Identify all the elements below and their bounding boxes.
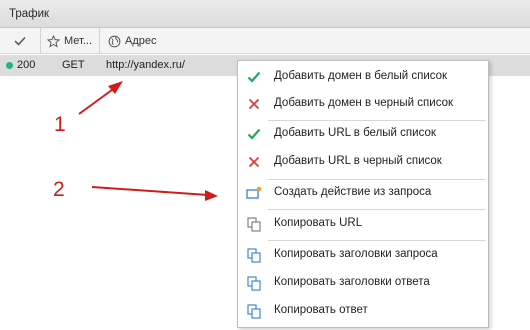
menu-item-copy-response-headers[interactable]: Копировать заголовки ответа: [238, 270, 488, 296]
annotation-number-1: 1: [54, 113, 66, 136]
menu-item-label: Добавить домен в черный список: [274, 97, 454, 109]
menu-item-label: Добавить URL в белый список: [274, 127, 436, 139]
menu-item-create-action[interactable]: Создать действие из запроса: [238, 180, 488, 206]
menu-separator: [268, 209, 486, 210]
menu-item-label: Копировать ответ: [274, 304, 368, 316]
menu-item-add-url-whitelist[interactable]: Добавить URL в белый список: [238, 121, 488, 147]
cross-icon: [246, 154, 262, 170]
menu-item-copy-url[interactable]: Копировать URL: [238, 211, 488, 237]
menu-item-label: Копировать заголовки ответа: [274, 276, 430, 288]
menu-item-add-domain-blacklist[interactable]: Добавить домен в черный список: [238, 91, 488, 117]
copy-icon: [246, 303, 262, 319]
copy-icon: [246, 247, 262, 263]
menu-item-label: Копировать URL: [274, 217, 363, 229]
menu-item-label: Добавить домен в белый список: [274, 70, 448, 82]
copy-icon: [246, 275, 262, 291]
menu-item-label: Создать действие из запроса: [274, 186, 432, 198]
create-action-icon: [246, 185, 262, 201]
menu-item-copy-request-headers[interactable]: Копировать заголовки запроса: [238, 242, 488, 268]
menu-item-label: Копировать заголовки запроса: [274, 248, 438, 260]
menu-item-add-domain-whitelist[interactable]: Добавить домен в белый список: [238, 64, 488, 90]
arrow-2-head: [205, 190, 218, 201]
context-menu: Добавить домен в белый список Добавить д…: [237, 60, 489, 328]
cross-icon: [246, 96, 262, 112]
check-icon: [246, 69, 262, 85]
annotation-number-2: 2: [53, 178, 65, 201]
menu-item-label: Добавить URL в черный список: [274, 155, 442, 167]
check-icon: [246, 126, 262, 142]
copy-icon: [246, 216, 262, 232]
menu-item-add-url-blacklist[interactable]: Добавить URL в черный список: [238, 149, 488, 175]
menu-separator: [268, 240, 486, 241]
menu-item-copy-response[interactable]: Копировать ответ: [238, 298, 488, 324]
